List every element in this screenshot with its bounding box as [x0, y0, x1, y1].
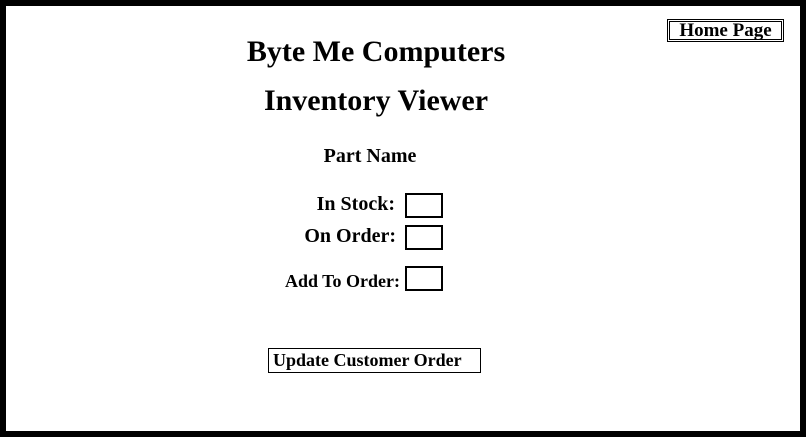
add-to-order-label: Add To Order: — [284, 271, 400, 291]
on-order-field[interactable] — [405, 225, 443, 250]
part-name-label: Part Name — [323, 145, 417, 167]
add-to-order-field[interactable] — [405, 266, 443, 291]
on-order-label: On Order: — [304, 225, 396, 247]
in-stock-label: In Stock: — [316, 193, 395, 215]
update-customer-order-button[interactable]: Update Customer Order — [268, 348, 481, 373]
company-title: Byte Me Computers — [246, 35, 506, 68]
page-title: Inventory Viewer — [263, 84, 489, 117]
in-stock-field[interactable] — [405, 193, 443, 218]
